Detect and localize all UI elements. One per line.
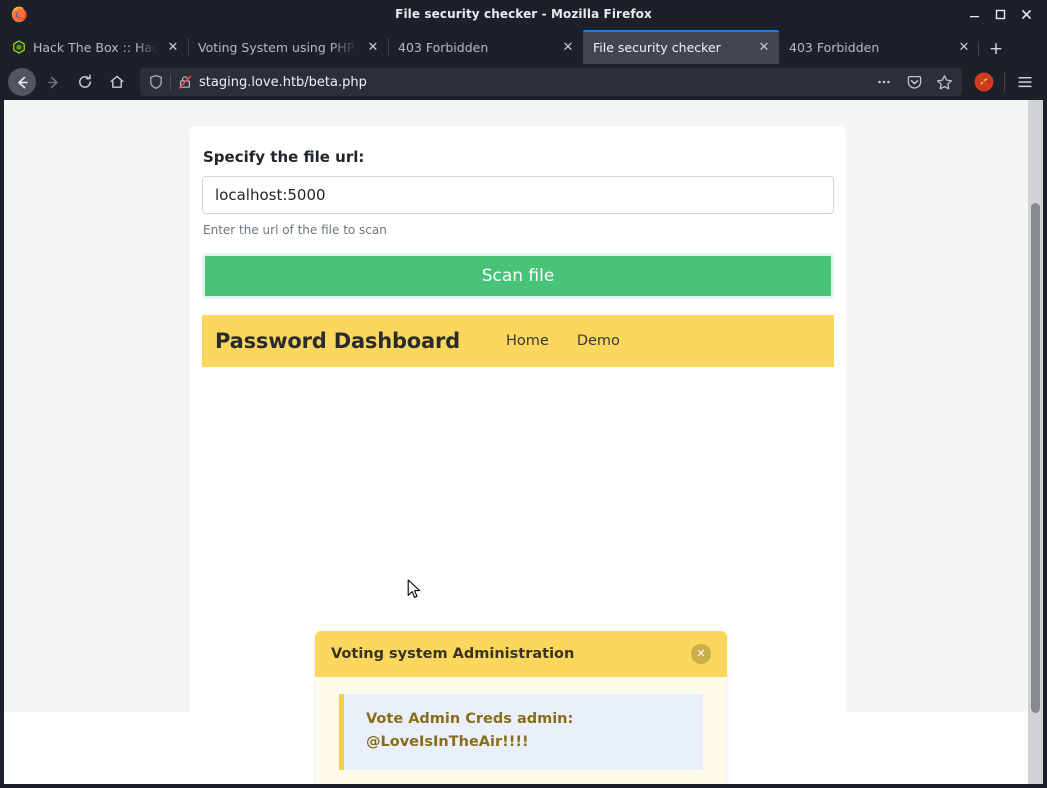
star-icon[interactable] — [932, 70, 956, 94]
tab-close-icon[interactable]: ✕ — [755, 38, 773, 56]
browser-window: File security checker - Mozilla Firefox … — [0, 0, 1047, 788]
title-bar: File security checker - Mozilla Firefox — [0, 0, 1047, 28]
browser-tab-label: 403 Forbidden — [789, 39, 880, 55]
tracking-protection-shield-icon[interactable] — [148, 74, 164, 90]
back-arrow-icon[interactable] — [8, 68, 36, 96]
url-text[interactable]: staging.love.htb/beta.php — [199, 75, 866, 90]
minimize-icon[interactable] — [961, 1, 987, 27]
voting-admin-panel-title: Voting system Administration — [331, 646, 575, 662]
browser-tab-label: 403 Forbidden — [398, 39, 489, 55]
new-tab-button[interactable]: + — [978, 34, 1009, 64]
nav-link-demo[interactable]: Demo — [577, 333, 620, 349]
insecure-connection-icon[interactable] — [177, 74, 193, 90]
navigation-toolbar: staging.love.htb/beta.php — [0, 64, 1047, 100]
hackthebox-hexagon-icon — [12, 40, 26, 54]
web-page: Specify the file url: Enter the url of t… — [4, 100, 1043, 784]
noscript-icon[interactable] — [970, 68, 998, 96]
browser-tab-3-active[interactable]: File security checker ✕ — [583, 30, 779, 64]
address-bar[interactable]: staging.love.htb/beta.php — [140, 68, 962, 96]
close-icon[interactable] — [1013, 1, 1039, 27]
hamburger-menu-icon[interactable] — [1011, 68, 1039, 96]
page-viewport: Specify the file url: Enter the url of t… — [4, 100, 1043, 784]
voting-admin-panel: Voting system Administration ✕ Vote Admi… — [315, 631, 727, 784]
file-url-label: Specify the file url: — [203, 148, 365, 166]
forward-arrow-icon[interactable] — [38, 68, 68, 96]
ellipsis-icon[interactable] — [872, 70, 896, 94]
content-card: Specify the file url: Enter the url of t… — [190, 126, 846, 712]
browser-tab-label: File security checker — [593, 39, 721, 55]
window-title: File security checker - Mozilla Firefox — [395, 7, 652, 21]
admin-credentials-alert: Vote Admin Creds admin: @LoveIsInTheAir!… — [339, 694, 703, 770]
tab-close-icon[interactable]: ✕ — [559, 38, 577, 56]
home-icon[interactable] — [102, 68, 132, 96]
browser-tab-label: Voting System using PHP — [198, 39, 355, 55]
file-url-input[interactable] — [202, 176, 834, 214]
toolbar-divider — [1004, 72, 1005, 92]
admin-credentials-line-2: @LoveIsInTheAir!!!! — [366, 734, 529, 751]
voting-admin-panel-body: Vote Admin Creds admin: @LoveIsInTheAir!… — [315, 677, 727, 770]
tab-close-icon[interactable]: ✕ — [164, 38, 182, 56]
browser-tab-0[interactable]: Hack The Box :: Hack T ✕ — [2, 30, 188, 64]
address-bar-divider — [170, 74, 171, 90]
admin-credentials-line-1: Vote Admin Creds admin: — [366, 711, 574, 727]
nav-link-home[interactable]: Home — [506, 333, 549, 349]
window-controls — [961, 0, 1047, 28]
scan-file-button[interactable]: Scan file — [202, 253, 834, 299]
navbar-brand: Password Dashboard — [215, 329, 460, 353]
browser-tab-label: Hack The Box :: Hack T — [33, 39, 158, 55]
close-icon[interactable]: ✕ — [691, 644, 711, 664]
maximize-icon[interactable] — [987, 1, 1013, 27]
firefox-logo-icon — [10, 5, 28, 23]
password-dashboard-navbar: Password Dashboard Home Demo — [202, 315, 834, 367]
browser-tab-4[interactable]: 403 Forbidden ✕ — [779, 30, 979, 64]
browser-tab-2[interactable]: 403 Forbidden ✕ — [388, 30, 583, 64]
browser-tab-1[interactable]: Voting System using PHP ✕ — [188, 30, 388, 64]
reload-icon[interactable] — [70, 68, 100, 96]
tab-strip: Hack The Box :: Hack T ✕ Voting System u… — [0, 28, 1047, 64]
voting-admin-panel-header: Voting system Administration ✕ — [315, 631, 727, 677]
pocket-icon[interactable] — [902, 70, 926, 94]
tab-close-icon[interactable]: ✕ — [364, 38, 382, 56]
page-scrollbar[interactable] — [1028, 100, 1043, 784]
file-url-help-text: Enter the url of the file to scan — [203, 223, 387, 237]
tab-close-icon[interactable]: ✕ — [955, 38, 973, 56]
page-scrollbar-thumb[interactable] — [1031, 203, 1040, 713]
